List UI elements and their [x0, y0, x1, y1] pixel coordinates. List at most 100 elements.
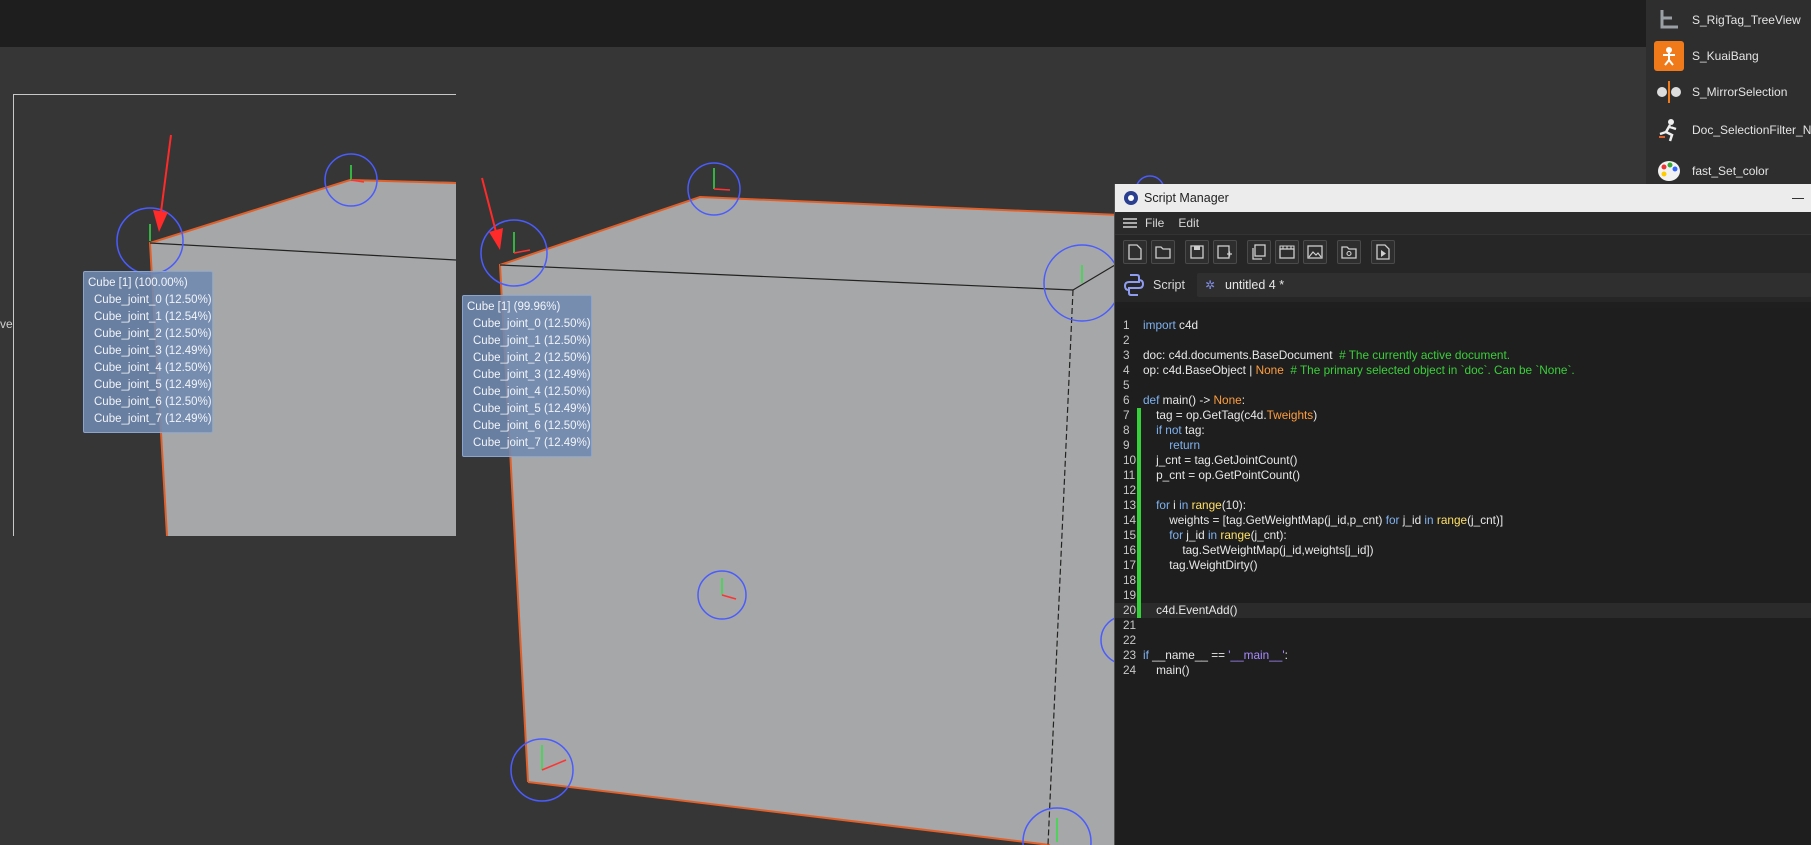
script-list: S_RigTag_TreeView S_KuaiBang S_MirrorSel… [1646, 0, 1811, 184]
code-token: import [1143, 318, 1176, 332]
code-token: in [1424, 513, 1434, 527]
window-titlebar[interactable]: Script Manager [1115, 184, 1811, 212]
code-line[interactable]: 7 tag = op.GetTag(c4d.Tweights) [1115, 408, 1811, 423]
code-line[interactable]: 6 def main() -> None: [1115, 393, 1811, 408]
code-editor[interactable]: 1 import c4d 2 3 doc: c4d.documents.BaseDocu… [1115, 308, 1811, 845]
new-file-icon[interactable] [1123, 239, 1147, 264]
line-number: 23 [1123, 648, 1137, 662]
cinema4d-logo-icon [1124, 191, 1138, 205]
code-line[interactable]: 4 op: c4d.BaseObject | None # The primary… [1115, 363, 1811, 378]
code-token: main() [1143, 663, 1190, 677]
code-line[interactable]: 24 main() [1115, 663, 1811, 678]
code-line[interactable]: 20 c4d.EventAdd() [1115, 603, 1811, 618]
code-line[interactable]: 23 if __name__ == '__main__': [1115, 648, 1811, 663]
code-line[interactable]: 22 [1115, 633, 1811, 648]
line-number: 8 [1123, 423, 1130, 437]
line-number: 6 [1123, 393, 1130, 407]
palette-icon [1654, 156, 1684, 186]
code-line[interactable]: 5 [1115, 378, 1811, 393]
clapper-icon[interactable] [1275, 239, 1299, 264]
code-line[interactable]: 17 tag.WeightDirty() [1115, 558, 1811, 573]
script-manager-window: Script Manager File Edit Script ✲ untitl… [1114, 184, 1811, 845]
tooltip-title: Cube [1] (99.96%) [467, 301, 561, 313]
tooltip-row: Cube_joint_2 (12.50%) [473, 352, 591, 364]
save-icon[interactable] [1185, 239, 1209, 264]
tooltip-row: Cube_joint_6 (12.50%) [94, 396, 212, 408]
code-token: for [1385, 513, 1400, 527]
line-number: 4 [1123, 363, 1130, 377]
image-icon[interactable] [1303, 239, 1327, 264]
line-number: 14 [1123, 513, 1137, 527]
code-line[interactable]: 8 if not tag: [1115, 423, 1811, 438]
script-item[interactable]: Doc_SelectionFilter_Nu [1646, 112, 1811, 148]
open-folder-icon[interactable] [1151, 239, 1175, 264]
line-number: 21 [1123, 618, 1137, 632]
script-item[interactable]: S_RigTag_TreeView [1646, 2, 1811, 38]
line-number: 13 [1123, 498, 1137, 512]
code-token: doc: c4d.documents.BaseDocument [1143, 348, 1340, 362]
tooltip-row: Cube_joint_1 (12.54%) [94, 311, 212, 323]
line-number: 11 [1123, 468, 1136, 482]
execute-icon[interactable] [1371, 239, 1395, 264]
code-line[interactable]: 14 weights = [tag.GetWeightMap(j_id,p_cn… [1115, 513, 1811, 528]
line-number: 18 [1123, 573, 1137, 587]
code-token: Tweights [1266, 408, 1314, 422]
code-line[interactable]: 18 [1115, 573, 1811, 588]
line-number: 10 [1123, 453, 1137, 467]
script-item-label: S_KuaiBang [1692, 49, 1759, 63]
treeview-icon [1654, 5, 1684, 35]
code-line[interactable]: 13 for i in range(10): [1115, 498, 1811, 513]
tooltip-row: Cube_joint_3 (12.49%) [473, 369, 591, 381]
script-item[interactable]: S_MirrorSelection [1646, 74, 1811, 110]
code-line[interactable]: 16 tag.SetWeightMap(j_id,weights[j_id]) [1115, 543, 1811, 558]
code-text: weights = [tag.GetWeightMap(j_id,p_cnt) … [1143, 513, 1503, 528]
code-line[interactable]: 11 p_cnt = op.GetPointCount() [1115, 468, 1811, 483]
menu-file[interactable]: File [1145, 216, 1164, 230]
code-token: tag = op.GetTag(c4d. [1143, 408, 1267, 422]
code-line[interactable]: 12 [1115, 483, 1811, 498]
code-line[interactable]: 9 return [1115, 438, 1811, 453]
tooltip-row: Cube_joint_2 (12.50%) [94, 328, 212, 340]
script-label: Script [1153, 278, 1185, 292]
tooltip-row: Cube_joint_4 (12.50%) [473, 386, 591, 398]
tooltip-title: Cube [1] (100.00%) [88, 277, 188, 289]
code-line[interactable]: 19 [1115, 588, 1811, 603]
code-line[interactable]: 1 import c4d [1115, 318, 1811, 333]
script-file-icon: ✲ [1204, 278, 1216, 292]
weight-tooltip: Cube [1] (100.00%) Cube_joint_0 (12.50%)… [83, 271, 213, 433]
folder-search-icon[interactable] [1337, 239, 1361, 264]
code-line[interactable]: 2 [1115, 333, 1811, 348]
code-line[interactable]: 10 j_cnt = tag.GetJointCount() [1115, 453, 1811, 468]
minimize-icon[interactable] [1792, 191, 1804, 205]
window-title: Script Manager [1144, 191, 1229, 205]
code-token: for [1156, 498, 1170, 512]
script-item[interactable]: S_KuaiBang [1646, 38, 1811, 74]
script-select[interactable]: ✲ untitled 4 * [1196, 273, 1811, 297]
code-token: tag.WeightDirty() [1143, 558, 1258, 572]
code-token: in [1179, 498, 1189, 512]
code-line[interactable]: 21 [1115, 618, 1811, 633]
tooltip-row: Cube_joint_3 (12.49%) [94, 345, 212, 357]
menu-edit[interactable]: Edit [1178, 216, 1199, 230]
code-token: (j_cnt): [1250, 528, 1287, 542]
code-token: : [1284, 648, 1288, 662]
save-as-icon[interactable] [1213, 239, 1237, 264]
code-text: import c4d [1143, 318, 1198, 333]
code-token: tag.SetWeightMap(j_id,weights[j_id]) [1143, 543, 1374, 557]
code-token: return [1169, 438, 1201, 452]
figure-icon [1654, 41, 1684, 71]
script-item-label: S_MirrorSelection [1692, 85, 1788, 99]
code-token: tag: [1181, 423, 1205, 437]
code-line[interactable]: 15 for j_id in range(j_cnt): [1115, 528, 1811, 543]
script-item-label: S_RigTag_TreeView [1692, 13, 1801, 27]
code-text: tag = op.GetTag(c4d.Tweights) [1143, 408, 1317, 423]
tooltip-row: Cube_joint_7 (12.49%) [94, 413, 212, 425]
code-text: return [1143, 438, 1200, 453]
code-token: __name__ == [1148, 648, 1229, 662]
code-line[interactable]: 3 doc: c4d.documents.BaseDocument # The c… [1115, 348, 1811, 363]
hamburger-icon[interactable] [1123, 216, 1137, 230]
duplicate-icon[interactable] [1247, 239, 1271, 264]
line-number: 24 [1123, 663, 1137, 677]
code-token: range [1191, 498, 1222, 512]
